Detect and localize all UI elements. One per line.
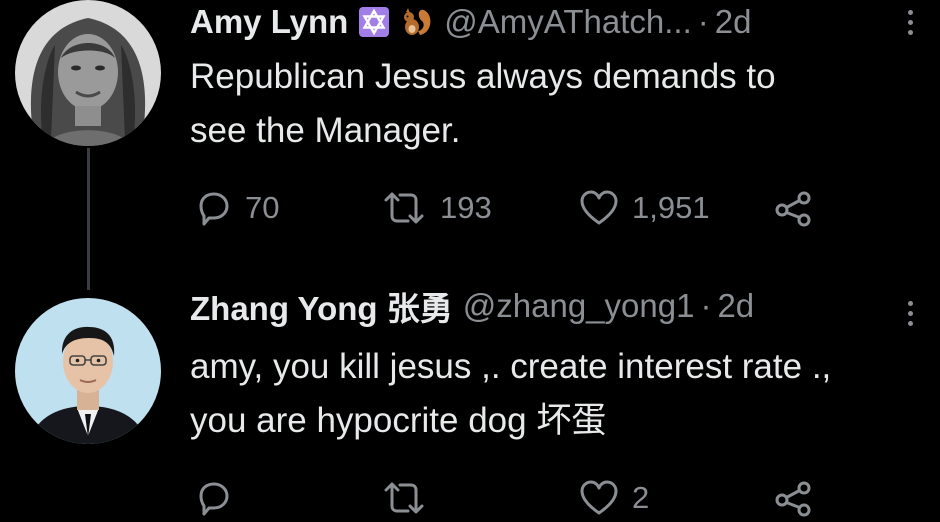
squirrel-icon — [400, 5, 434, 39]
retweet-icon — [380, 478, 428, 518]
reply-icon — [193, 188, 233, 228]
avatar-amy-lynn[interactable] — [15, 0, 161, 146]
tweet-actions: 70 193 1,951 — [0, 184, 940, 232]
like-count: 1,951 — [632, 190, 710, 225]
more-options-icon[interactable] — [902, 293, 918, 333]
separator-dot: · — [700, 287, 712, 324]
retweet-button[interactable] — [380, 474, 428, 522]
display-name[interactable]: Amy Lynn — [190, 3, 348, 41]
like-button[interactable]: 2 — [578, 474, 649, 522]
tweet-actions: 2 — [0, 474, 940, 522]
tweet-amy-lynn[interactable]: Amy Lynn @AmyAThatch... · 2d Republican … — [0, 0, 940, 290]
more-options-icon[interactable] — [902, 2, 918, 42]
timestamp[interactable]: 2d — [715, 3, 752, 41]
tweet-header: Zhang Yong 张勇 @zhang_yong1 · 2d — [190, 284, 754, 328]
star-of-david-icon — [358, 6, 390, 38]
share-button[interactable] — [772, 184, 814, 232]
retweet-count: 193 — [440, 190, 492, 225]
like-icon — [578, 478, 620, 518]
reply-count: 70 — [245, 190, 280, 225]
like-button[interactable]: 1,951 — [578, 184, 710, 232]
retweet-icon — [380, 188, 428, 228]
separator-dot: · — [697, 3, 709, 40]
handle[interactable]: @AmyAThatch... — [444, 3, 691, 41]
share-icon — [772, 478, 814, 518]
tweet-text: Republican Jesus always demands to see t… — [190, 57, 776, 150]
timestamp[interactable]: 2d — [717, 287, 754, 325]
handle[interactable]: @zhang_yong1 — [463, 287, 695, 325]
like-count: 2 — [632, 480, 650, 515]
reply-icon — [193, 478, 233, 518]
reply-button[interactable]: 70 — [193, 184, 279, 232]
avatar-zhang-yong[interactable] — [15, 298, 161, 444]
like-icon — [578, 188, 620, 228]
reply-button[interactable] — [193, 474, 233, 522]
display-name[interactable]: Zhang Yong 张勇 — [190, 282, 453, 330]
tweet-header: Amy Lynn @AmyAThatch... · 2d — [190, 0, 751, 44]
share-button[interactable] — [772, 474, 814, 522]
tweet-zhang-yong[interactable]: Zhang Yong 张勇 @zhang_yong1 · 2d amy, you… — [0, 287, 940, 522]
retweet-button[interactable]: 193 — [380, 184, 492, 232]
tweet-text: amy, you kill jesus ,. create interest r… — [190, 347, 832, 440]
share-icon — [772, 188, 814, 228]
